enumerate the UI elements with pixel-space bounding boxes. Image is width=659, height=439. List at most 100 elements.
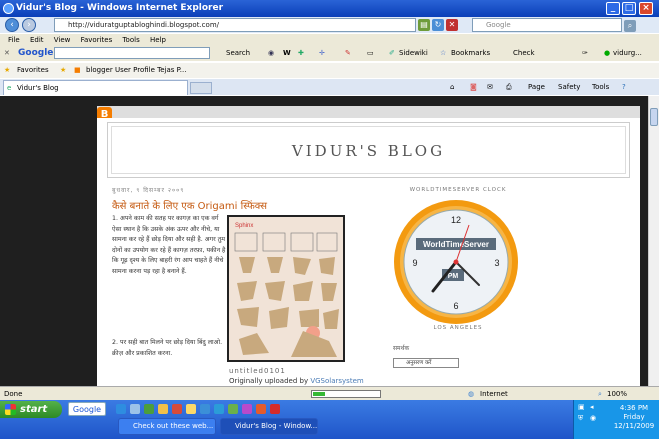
sidewiki-button[interactable]: Sidewiki	[399, 46, 428, 61]
start-button[interactable]: start	[0, 401, 62, 418]
google-search-button[interactable]: Search	[226, 46, 250, 61]
menu-file[interactable]: File	[8, 36, 20, 44]
clock-face: 12 3 6 9 WorldTimeServer PM	[394, 200, 518, 324]
menu-tools[interactable]: Tools	[122, 36, 139, 44]
post-body: 1. अपने काम की सतह पर कागज़ का एक वर्ग ऐ…	[112, 215, 226, 275]
origami-image[interactable]: Sphinx	[227, 215, 345, 362]
zoom-level[interactable]: 100%	[607, 387, 627, 401]
google-taskbar-label: Google	[72, 405, 102, 414]
zoom-icon[interactable]: ⌕	[598, 387, 602, 401]
uploader-link[interactable]: VGSolarsystem	[310, 377, 363, 385]
help-icon[interactable]: ?	[622, 80, 626, 94]
sidewiki-icon[interactable]: ✐	[389, 46, 395, 61]
tray-security-icon[interactable]: ⛨	[578, 414, 583, 423]
menu-view[interactable]: View	[54, 36, 71, 44]
tray-day: Friday	[623, 413, 645, 421]
favorite-link[interactable]: blogger User Profile Tejas P...	[86, 63, 186, 78]
refresh-icon[interactable]: ↻	[432, 19, 444, 31]
menu-favorites[interactable]: Favorites	[81, 36, 113, 44]
quicklaunch-ie2-icon[interactable]	[200, 404, 210, 414]
quicklaunch-gmail-icon[interactable]	[270, 404, 280, 414]
address-input[interactable]: http://viduratguptabloghindi.blogspot.co…	[54, 18, 416, 32]
clock-widget-title: WORLDTIMESERVER CLOCK	[409, 187, 507, 193]
home-icon[interactable]: ⌂	[450, 80, 454, 94]
url-text: http://viduratguptabloghindi.blogspot.co…	[68, 21, 219, 29]
google-search-input[interactable]	[54, 47, 210, 59]
stop-icon[interactable]: ✕	[446, 19, 458, 31]
quicklaunch-media-icon[interactable]	[172, 404, 182, 414]
print-icon[interactable]: ⎙	[506, 80, 512, 94]
bookmarks-button[interactable]: Bookmarks	[451, 46, 490, 61]
wiki-icon[interactable]: W	[283, 46, 291, 61]
back-button[interactable]: ‹	[5, 18, 19, 32]
wrench-icon[interactable]: ✑	[582, 46, 588, 61]
search-input[interactable]: Google	[472, 18, 622, 32]
window-title-bar: Vidur's Blog - Windows Internet Explorer…	[0, 0, 659, 17]
tab-icon: e	[7, 84, 12, 92]
blog-title[interactable]: VIDUR'S BLOG	[111, 126, 626, 174]
toolbar-icon-c[interactable]: ✛	[319, 46, 325, 61]
scroll-thumb[interactable]	[650, 108, 658, 126]
tray-time: 4:36 PM	[619, 404, 649, 412]
quicklaunch-orange-icon[interactable]	[256, 404, 266, 414]
mail-icon[interactable]: ✉	[487, 80, 493, 94]
tray-network-icon[interactable]: ▣	[578, 403, 585, 411]
maximize-button[interactable]: □	[622, 2, 636, 15]
followers-heading: समर्थक	[393, 345, 410, 352]
quicklaunch-folder-icon[interactable]	[186, 404, 196, 414]
quicklaunch-purple-icon[interactable]	[242, 404, 252, 414]
forward-button[interactable]: ›	[22, 18, 36, 32]
vertical-scrollbar[interactable]	[648, 96, 659, 386]
quicklaunch-smiley-icon[interactable]	[158, 404, 168, 414]
blog-header: VIDUR'S BLOG	[107, 122, 630, 178]
quicklaunch-app-icon[interactable]	[144, 404, 154, 414]
quicklaunch-desktop-icon[interactable]	[130, 404, 140, 414]
minimize-button[interactable]: _	[606, 2, 620, 15]
uploaded-by: Originally uploaded by VGSolarsystem	[229, 377, 364, 385]
tray-update-icon[interactable]: ◉	[590, 414, 596, 422]
google-toolbar: ✕ Google Search ◉ W ✚ ✛ ✎ ▭ ✐ Sidewiki ☆…	[0, 46, 659, 61]
feeds-icon[interactable]: ◙	[470, 80, 477, 94]
post-title[interactable]: कैसे बनाते के लिए एक Origami स्फिंक्स	[112, 198, 267, 212]
task-vidurs-blog-label: Vidur's Blog - Window...	[235, 422, 318, 430]
quicklaunch-green-icon[interactable]	[228, 404, 238, 414]
tab-active[interactable]: e Vidur's Blog	[3, 80, 188, 95]
bookmark-icon[interactable]: ☆	[440, 46, 446, 61]
task-check-out[interactable]: Check out these web...	[118, 418, 216, 435]
check-button[interactable]: Check	[513, 46, 535, 61]
search-go-icon[interactable]: ⌕	[624, 20, 636, 32]
close-toolbar-icon[interactable]: ✕	[4, 46, 10, 61]
page-viewport: B VIDUR'S BLOG बुधवार, ९ दिसम्बर २००९ कै…	[0, 96, 648, 386]
task-vidurs-blog[interactable]: Vidur's Blog - Window...	[220, 418, 318, 435]
page-menu[interactable]: Page	[528, 80, 545, 94]
compat-icon[interactable]: ▤	[418, 19, 430, 31]
favorites-bar: ★ Favorites ★ ■ blogger User Profile Tej…	[0, 63, 659, 78]
tools-menu[interactable]: Tools	[592, 80, 609, 94]
toolbar-icon-e[interactable]: ▭	[367, 46, 374, 61]
safety-menu[interactable]: Safety	[558, 80, 580, 94]
status-text: Done	[4, 390, 23, 398]
post-body-2: 2. पर सही बात मिलने पर छोड़ दिया बिंदु ल…	[112, 339, 223, 357]
toolbar-icon-b[interactable]: ✚	[298, 46, 304, 61]
favorites-button[interactable]: Favorites	[17, 63, 49, 78]
menu-help[interactable]: Help	[150, 36, 166, 44]
quicklaunch-mail-icon[interactable]	[214, 404, 224, 414]
user-account[interactable]: vidurg...	[613, 46, 642, 61]
add-favorite-icon[interactable]: ★	[60, 63, 66, 78]
follow-button[interactable]: अनुसरण करें	[393, 358, 459, 368]
quicklaunch-ie-icon[interactable]	[116, 404, 126, 414]
clock-9: 9	[412, 258, 417, 268]
new-tab-button[interactable]	[190, 82, 212, 94]
google-taskbar-search[interactable]: Google	[68, 402, 106, 416]
taskbar: start Google Check out these web... Vidu…	[0, 400, 659, 439]
world-clock[interactable]: 12 3 6 9 WorldTimeServer PM	[389, 195, 524, 330]
toolbar-icon-d[interactable]: ✎	[345, 46, 351, 61]
toolbar-icon-a[interactable]: ◉	[268, 46, 274, 61]
post-date: बुधवार, ९ दिसम्बर २००९	[112, 187, 185, 194]
tray-volume-icon[interactable]: ◂	[590, 403, 594, 411]
zone-text: Internet	[480, 390, 508, 398]
menu-edit[interactable]: Edit	[30, 36, 44, 44]
tray-clock[interactable]: 4:36 PM Friday 12/11/2009	[611, 404, 657, 431]
close-button[interactable]: ×	[639, 2, 653, 15]
clock-12: 12	[451, 215, 461, 225]
